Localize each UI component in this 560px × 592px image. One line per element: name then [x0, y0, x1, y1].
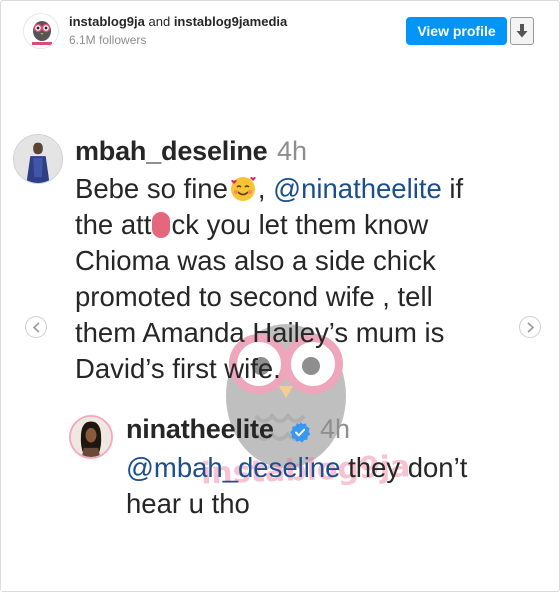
reply-username[interactable]: ninatheelite	[126, 414, 274, 445]
comment-line: Chioma was also a side chick	[75, 245, 436, 276]
comment-line: them Amanda Hailey’s mum is	[75, 317, 445, 348]
commenter-avatar	[13, 134, 63, 184]
account-secondary-link[interactable]: instablog9jamedia	[174, 14, 287, 29]
reply-text: @mbah_deseline they don’t hear u tho	[126, 450, 467, 522]
text-segment: ck you let them know	[171, 209, 429, 240]
account-names: instablog9ja and instablog9jamedia	[69, 13, 287, 31]
comment-text: Bebe so fine , @ninatheelite if the att c…	[75, 171, 463, 387]
text-segment: if	[441, 173, 464, 204]
text-segment: ,	[257, 173, 274, 204]
followers-count: 6.1M followers	[69, 33, 147, 47]
person-photo-icon	[71, 417, 111, 457]
censor-mark	[152, 212, 171, 238]
comment-line: David’s first wife.	[75, 353, 281, 384]
carousel-next-button[interactable]	[519, 316, 541, 338]
verified-badge-icon	[290, 422, 311, 443]
post-media: instablog9ja mbah_deseline 4h Bebe so fi…	[1, 58, 558, 591]
account-primary-link[interactable]: instablog9ja	[69, 14, 145, 29]
comment-time: 4h	[277, 136, 308, 166]
text-segment: Bebe so fine	[75, 173, 228, 204]
download-button[interactable]	[510, 17, 534, 45]
text-segment: they don’t	[340, 452, 468, 483]
carousel-prev-button[interactable]	[25, 316, 47, 338]
reply-time: 4h	[320, 414, 351, 444]
post-header: instablog9ja and instablog9jamedia 6.1M …	[0, 0, 558, 58]
comment-line: Bebe so fine , @ninatheelite if	[75, 171, 463, 207]
arrow-down-icon	[516, 24, 528, 38]
comment-line: @mbah_deseline they don’t	[126, 450, 467, 486]
instablog9ja-logo-icon	[24, 14, 58, 48]
chevron-left-icon	[32, 321, 40, 333]
comment-line: promoted to second wife , tell	[75, 281, 433, 312]
smiling-face-with-hearts-icon	[230, 177, 256, 201]
account-avatar[interactable]	[23, 13, 59, 49]
comment-line: the att ck you let them know	[75, 207, 463, 243]
person-photo-icon	[14, 135, 62, 183]
post-image: instablog9ja mbah_deseline 4h Bebe so fi…	[1, 58, 558, 591]
text-segment: the att	[75, 209, 152, 240]
chevron-right-icon	[526, 321, 534, 333]
view-profile-button[interactable]: View profile	[406, 17, 507, 45]
reply-avatar	[69, 415, 113, 459]
mention-link[interactable]: @ninatheelite	[273, 173, 442, 204]
comment-username[interactable]: mbah_deseline	[75, 136, 268, 167]
and-text: and	[148, 14, 171, 29]
comment-line: hear u tho	[126, 488, 250, 519]
mention-link[interactable]: @mbah_deseline	[126, 452, 340, 483]
